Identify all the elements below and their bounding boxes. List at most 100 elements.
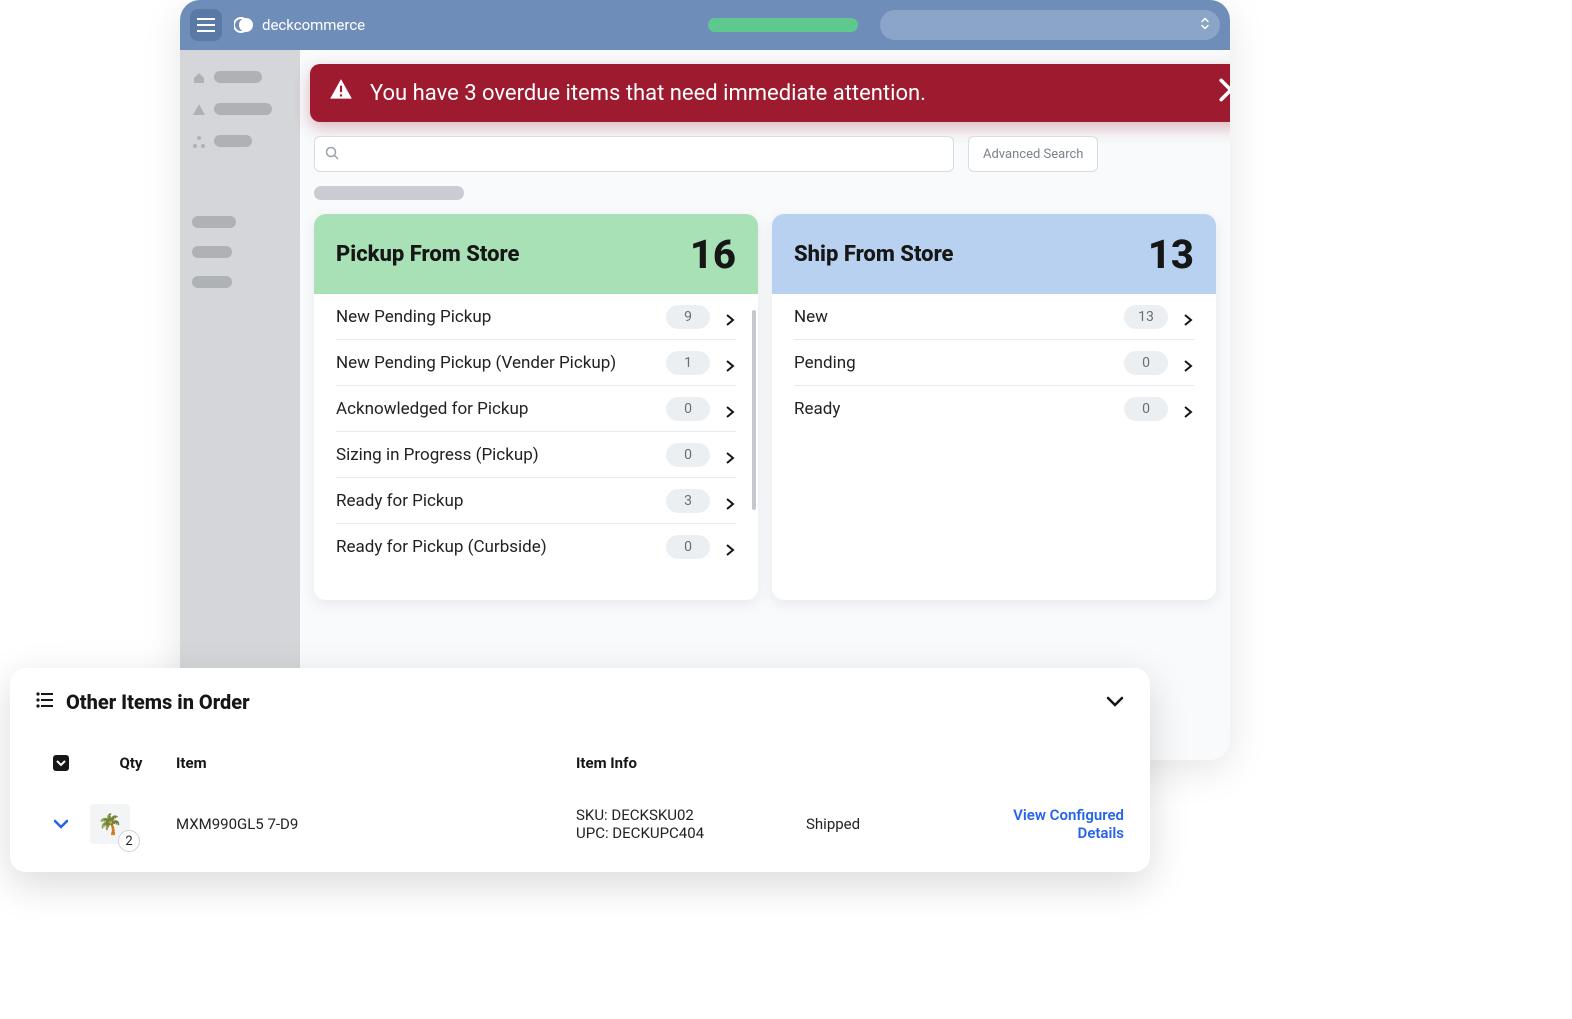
status-count: 0 [1124,351,1168,375]
chevron-right-icon [724,495,736,507]
status-count: 3 [666,489,710,513]
ship-card-header: Ship From Store 13 [772,214,1216,294]
status-row[interactable]: New 13 [794,294,1194,340]
item-info: SKU: DECKSKU02 UPC: DECKUPC404 [576,806,806,842]
panel-title: Other Items in Order [66,690,250,714]
status-row[interactable]: New Pending Pickup 9 [336,294,736,340]
ship-card-title: Ship From Store [794,242,954,267]
section-title-placeholder [314,186,464,200]
brand-logo-icon [234,15,254,35]
advanced-search-button[interactable]: Advanced Search [968,136,1098,172]
palm-icon: 🌴 [98,812,123,836]
item-action: View Configured Details [976,806,1124,842]
status-count: 0 [1124,397,1168,421]
table-header: Qty Item Item Info [36,754,1124,772]
sidebar [180,50,300,760]
status-count: 1 [666,351,710,375]
topbar: deckcommerce [180,0,1230,50]
status-label: New Pending Pickup (Vender Pickup) [336,353,616,373]
panel-header[interactable]: Other Items in Order [36,690,1124,714]
chevron-right-icon [724,541,736,553]
item-status: Shipped [806,815,976,833]
status-label: Sizing in Progress (Pickup) [336,445,539,465]
sidebar-label-placeholder [214,103,272,115]
status-row[interactable]: Ready for Pickup (Curbside) 0 [336,524,736,570]
status-row[interactable]: Pending 0 [794,340,1194,386]
sidebar-label-placeholder [214,135,252,147]
sidebar-item-home[interactable] [192,70,288,84]
hamburger-icon [197,18,215,32]
status-label: Ready [794,399,840,419]
main-area: You have 3 overdue items that need immed… [300,50,1230,760]
col-status [806,754,976,772]
brand-name: deckcommerce [262,16,365,34]
status-count: 13 [1124,305,1168,329]
table-row: 🌴 2 MXM990GL5 7-D9 SKU: DECKSKU02 UPC: D… [36,804,1124,844]
status-label: New Pending Pickup [336,307,491,327]
view-configured-details-link[interactable]: View Configured Details [1013,806,1124,842]
status-label: New [794,307,828,327]
col-qty: Qty [86,754,176,772]
scrollbar-thumb[interactable] [752,310,756,510]
app-window: deckcommerce You [180,0,1230,760]
alert-text: You have 3 overdue items that need immed… [370,81,926,106]
warning-icon [192,102,206,116]
brand: deckcommerce [234,15,365,35]
item-upc: UPC: DECKUPC404 [576,824,806,842]
chevron-right-icon [1218,78,1230,108]
warning-icon [328,77,354,109]
chevron-right-icon [1182,311,1194,323]
expand-row-button[interactable] [36,818,86,830]
ship-status-list: New 13 Pending 0 Ready [772,294,1216,432]
item-sku: SKU: DECKSKU02 [576,806,806,824]
other-items-panel: Other Items in Order Qty Item Item Info … [10,668,1150,872]
header-dropdown[interactable] [880,10,1220,40]
cards-row: Pickup From Store 16 New Pending Pickup … [314,214,1216,600]
pickup-card-header: Pickup From Store 16 [314,214,758,294]
qty-badge: 2 [118,830,140,852]
search-icon [325,145,339,164]
chevron-down-icon [1106,693,1124,712]
pickup-card: Pickup From Store 16 New Pending Pickup … [314,214,758,600]
search-row: Advanced Search [314,136,1216,172]
chevron-right-icon [1182,357,1194,369]
sidebar-item-alerts[interactable] [192,102,288,116]
home-icon [192,70,206,84]
advanced-search-label: Advanced Search [983,147,1083,162]
chevron-right-icon [724,311,736,323]
search-input[interactable] [314,136,954,172]
status-count: 0 [666,443,710,467]
header-status-pill [708,18,858,32]
sidebar-item-generic-2[interactable] [192,246,288,258]
status-row[interactable]: Sizing in Progress (Pickup) 0 [336,432,736,478]
ship-card-count: 13 [1148,231,1194,278]
col-item: Item [176,754,576,772]
status-row[interactable]: Acknowledged for Pickup 0 [336,386,736,432]
col-info: Item Info [576,754,806,772]
list-icon [36,692,54,712]
status-row[interactable]: Ready 0 [794,386,1194,432]
item-name: MXM990GL5 7-D9 [176,815,576,833]
pickup-card-title: Pickup From Store [336,242,519,267]
chevron-right-icon [724,403,736,415]
sidebar-label-placeholder [192,216,236,228]
status-count: 0 [666,535,710,559]
status-row[interactable]: New Pending Pickup (Vender Pickup) 1 [336,340,736,386]
sidebar-item-network[interactable] [192,134,288,148]
sidebar-label-placeholder [192,246,232,258]
status-count: 9 [666,305,710,329]
select-all-toggle[interactable] [36,754,86,772]
status-count: 0 [666,397,710,421]
pickup-status-list: New Pending Pickup 9 New Pending Pickup … [314,294,758,570]
status-label: Ready for Pickup (Curbside) [336,537,547,557]
scrollbar[interactable] [752,310,756,594]
sidebar-item-generic-1[interactable] [192,216,288,228]
alert-banner[interactable]: You have 3 overdue items that need immed… [310,64,1230,122]
status-row[interactable]: Ready for Pickup 3 [336,478,736,524]
status-label: Pending [794,353,856,373]
menu-button[interactable] [190,9,222,41]
sidebar-item-generic-3[interactable] [192,276,288,288]
status-label: Ready for Pickup [336,491,463,511]
sort-icon [1200,16,1210,35]
pickup-card-count: 16 [690,231,736,278]
